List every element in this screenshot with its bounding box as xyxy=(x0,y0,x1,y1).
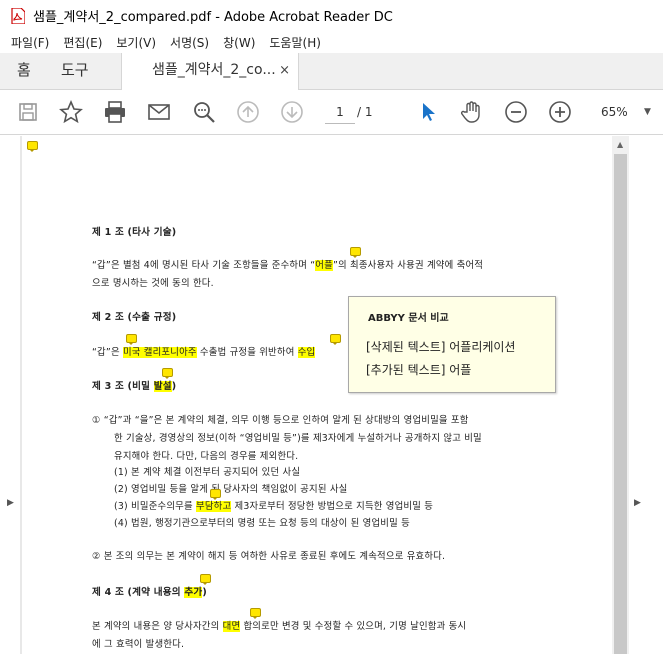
close-tab-icon[interactable]: × xyxy=(279,53,290,88)
page-total: / 1 xyxy=(357,105,373,119)
hand-tool-icon[interactable] xyxy=(459,99,485,125)
title-bar: 샘플_계약서_2_compared.pdf - Adobe Acrobat Re… xyxy=(0,0,663,31)
popup-added-text: [추가된 텍스트] 어플 xyxy=(366,363,472,377)
menu-view[interactable]: 보기(V) xyxy=(116,34,156,51)
menu-help[interactable]: 도움말(H) xyxy=(269,34,321,51)
bookmark-star-icon[interactable] xyxy=(58,99,84,125)
article-4-title: 제 4 조 (계약 내용의 추가) xyxy=(92,584,207,598)
article-2-title: 제 2 조 (수출 규정) xyxy=(92,312,177,323)
changed-text-highlight[interactable]: 추가 xyxy=(184,587,203,598)
article-4-line-2: 에 그 효력이 발생한다. xyxy=(92,639,185,650)
text-run: 제 4 조 (계약 내용의 xyxy=(92,587,185,598)
text-run: “갑”은 별첨 4에 명시된 타사 기술 조항들을 준수하며 “ xyxy=(92,260,316,271)
article-1-line-1: “갑”은 별첨 4에 명시된 타사 기술 조항들을 준수하며 “어플”의 최종사… xyxy=(92,257,483,271)
zoom-out-icon[interactable] xyxy=(503,99,529,125)
scroll-up-icon[interactable]: ▲ xyxy=(617,140,623,149)
expand-left-panel-icon[interactable]: ▶ xyxy=(7,498,14,508)
changed-text-highlight[interactable]: 대면 xyxy=(222,621,241,632)
comparison-comment-popup[interactable]: ABBYY 문서 비교 [삭제된 텍스트] 어플리케이션 [추가된 텍스트] 어… xyxy=(348,296,556,393)
menu-edit[interactable]: 편집(E) xyxy=(63,34,102,51)
expand-right-panel-icon[interactable]: ▶ xyxy=(634,498,641,508)
text-run: ) xyxy=(202,587,207,598)
zoom-in-icon[interactable] xyxy=(547,99,573,125)
article-1-title: 제 1 조 (타사 기술) xyxy=(92,227,177,238)
popup-title: ABBYY 문서 비교 xyxy=(368,313,449,324)
comment-note-icon[interactable] xyxy=(126,334,137,345)
article-2-line-1: “갑”은 미국 캘리포니아주 수출법 규정을 위반하여 수입 xyxy=(92,344,316,358)
menu-bar: 파일(F) 편집(E) 보기(V) 서명(S) 창(W) 도움말(H) xyxy=(0,31,663,53)
comment-note-icon[interactable] xyxy=(27,141,38,152)
zoom-level[interactable]: 65% xyxy=(601,100,628,124)
article-3-para-1-line-1: ① “갑”과 “을”은 본 계약의 체결, 의무 이행 등으로 인하여 알게 된… xyxy=(92,415,469,426)
text-run: ”의 최종사용자 사용권 계약에 축어적 xyxy=(332,260,484,271)
comment-note-icon[interactable] xyxy=(210,489,221,500)
menu-window[interactable]: 창(W) xyxy=(223,34,255,51)
article-3-title: 제 3 조 (비밀 발설) xyxy=(92,378,176,392)
text-run: 합의로만 변경 및 수정할 수 있으며, 기명 날인함과 동시 xyxy=(240,621,467,632)
menu-file[interactable]: 파일(F) xyxy=(11,34,49,51)
text-run: 제 3 조 (비밀 xyxy=(92,381,154,392)
changed-text-highlight[interactable]: 어플 xyxy=(315,260,333,271)
article-3-para-1-line-2: 한 기술상, 경영상의 정보(이하 “영업비밀 등”)를 제3자에게 누설하거나… xyxy=(114,433,482,444)
changed-text-highlight[interactable]: 미국 캘리포니아주 xyxy=(122,347,197,358)
comment-note-icon[interactable] xyxy=(330,334,341,345)
document-viewport[interactable]: 제 1 조 (타사 기술) “갑”은 별첨 4에 명시된 타사 기술 조항들을 … xyxy=(20,136,629,654)
text-run: 수출법 규정을 위반하여 xyxy=(196,347,298,358)
text-run: 본 계약의 내용은 양 당사자간의 xyxy=(92,621,223,632)
tab-document[interactable]: 샘플_계약서_2_co... × xyxy=(121,53,299,90)
email-icon[interactable] xyxy=(146,99,172,125)
changed-text-highlight[interactable]: 수입 xyxy=(297,347,316,358)
save-icon[interactable] xyxy=(15,99,41,125)
article-4-line-1: 본 계약의 내용은 양 당사자간의 대면 합의로만 변경 및 수정할 수 있으며… xyxy=(92,618,466,632)
vertical-scrollbar[interactable]: ▲ xyxy=(612,136,629,654)
window-title: 샘플_계약서_2_compared.pdf - Adobe Acrobat Re… xyxy=(33,10,393,25)
comment-note-icon[interactable] xyxy=(250,608,261,619)
page-number-input[interactable]: 1 xyxy=(325,100,355,124)
left-panel: ▶ xyxy=(0,136,20,654)
search-zoom-icon[interactable] xyxy=(191,99,217,125)
article-3-item-4: (4) 법원, 행정기관으로부터의 명령 또는 요청 등의 대상이 된 영업비밀… xyxy=(114,518,410,529)
pdf-file-icon xyxy=(11,6,26,25)
next-page-icon[interactable] xyxy=(279,99,305,125)
comment-note-icon[interactable] xyxy=(350,247,361,258)
right-panel: ▶ xyxy=(629,136,663,654)
pdf-page: 제 1 조 (타사 기술) “갑”은 별첨 4에 명시된 타사 기술 조항들을 … xyxy=(22,136,612,654)
popup-deleted-text: [삭제된 텍스트] 어플리케이션 xyxy=(366,340,516,354)
changed-text-highlight[interactable]: 발설 xyxy=(153,381,172,392)
select-cursor-icon[interactable] xyxy=(415,99,441,125)
changed-text-highlight[interactable]: 부담하고 xyxy=(196,501,232,512)
menu-sign[interactable]: 서명(S) xyxy=(170,34,209,51)
zoom-dropdown-icon[interactable]: ▼ xyxy=(644,100,651,124)
tab-home[interactable]: 홈 xyxy=(17,53,31,90)
article-1-line-2: 으로 명시하는 것에 동의 한다. xyxy=(92,278,214,289)
article-3-item-2: (2) 영업비밀 등을 알게 된 당사자의 책임없이 공지된 사실 xyxy=(114,484,348,495)
previous-page-icon[interactable] xyxy=(235,99,261,125)
comment-note-icon[interactable] xyxy=(200,574,211,585)
article-3-para-2: ② 본 조의 의무는 본 계약이 해지 등 여하한 사유로 종료된 후에도 계속… xyxy=(92,551,446,562)
article-3-item-1: (1) 본 계약 체결 이전부터 공지되어 있던 사실 xyxy=(114,467,301,478)
comment-note-icon[interactable] xyxy=(162,368,173,379)
tab-tools[interactable]: 도구 xyxy=(61,53,89,90)
text-run: “갑”은 xyxy=(92,347,123,358)
text-run: (3) 비밀준수의무를 xyxy=(114,501,197,512)
print-icon[interactable] xyxy=(102,99,128,125)
text-run: ) xyxy=(171,381,177,392)
text-run: 제3자로부터 정당한 방법으로 지득한 영업비밀 등 xyxy=(231,501,434,512)
article-3-para-1-line-3: 유지해야 한다. 다만, 다음의 경우를 제외한다. xyxy=(114,451,299,462)
scrollbar-thumb[interactable] xyxy=(614,154,627,654)
article-3-item-3: (3) 비밀준수의무를 부담하고 제3자로부터 정당한 방법으로 지득한 영업비… xyxy=(114,498,433,512)
tab-document-label: 샘플_계약서_2_co... xyxy=(152,62,276,78)
tab-bar: 홈 도구 샘플_계약서_2_co... × xyxy=(0,53,663,90)
